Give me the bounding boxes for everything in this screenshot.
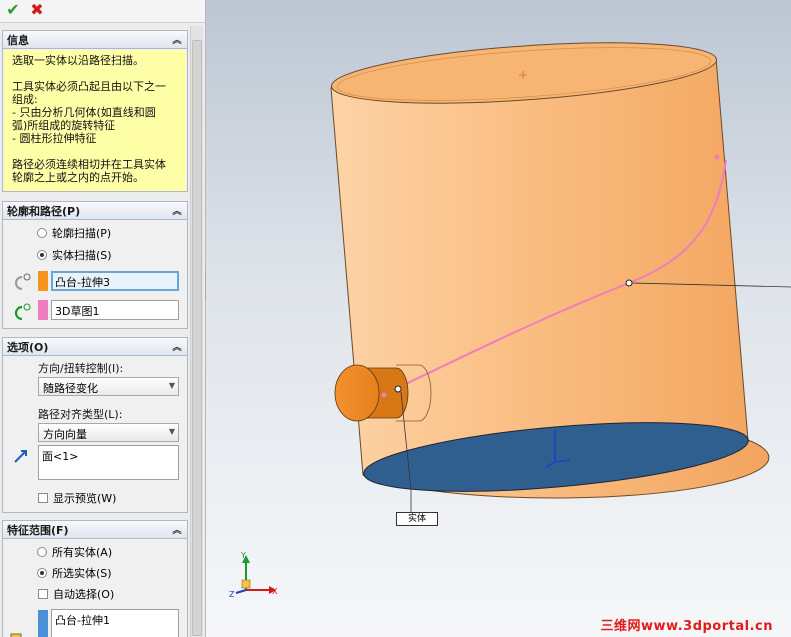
options-header[interactable]: 选项(O) ︽: [3, 338, 187, 356]
solid-sweep-radio[interactable]: 实体扫描(S): [37, 247, 112, 263]
tool-body-color-swatch: [38, 271, 48, 291]
selected-bodies-radio[interactable]: 所选实体(S): [37, 565, 112, 581]
bodies-icon: [10, 633, 22, 637]
bodies-list[interactable]: 凸台-拉伸1: [51, 609, 179, 637]
path-align-value: 方向向量: [43, 428, 87, 441]
info-group-header[interactable]: 信息 ︽: [3, 31, 187, 49]
collapse-icon[interactable]: ︽: [171, 341, 183, 353]
info-message: 选取一实体以沿路径扫描。 工具实体必须凸起且由以下之一 组成: - 只由分析几何…: [4, 50, 186, 191]
all-bodies-label: 所有实体(A): [52, 546, 113, 559]
axis-z-label: Z: [229, 590, 235, 599]
chevron-down-icon: ▼: [168, 427, 175, 436]
path-start-point[interactable]: [381, 392, 387, 398]
bodies-color-swatch: [38, 610, 48, 637]
info-group-title: 信息: [7, 33, 29, 47]
chevron-down-icon: ▼: [168, 381, 175, 390]
path-color-swatch: [38, 300, 48, 320]
path-align-label: 路径对齐类型(L):: [38, 408, 123, 421]
ok-check-icon[interactable]: ✔: [4, 0, 22, 19]
cancel-x-icon[interactable]: ✖: [28, 0, 46, 19]
path-end-point[interactable]: [714, 154, 720, 160]
radio-icon[interactable]: [37, 547, 47, 557]
collapse-icon[interactable]: ︽: [171, 524, 183, 536]
auto-select-label: 自动选择(O): [53, 588, 115, 601]
tool-vertex-marker[interactable]: [394, 385, 402, 393]
direction-vector-field[interactable]: 面<1>: [38, 445, 179, 480]
auto-select-checkbox[interactable]: 自动选择(O): [38, 586, 114, 602]
info-text-3: 路径必须连续相切并在工具实体 轮廓之上或之内的点开始。: [12, 158, 166, 184]
path-field[interactable]: 3D草图1: [51, 300, 179, 320]
checkbox-icon[interactable]: [38, 589, 48, 599]
axis-x-label: X: [272, 587, 278, 596]
options-group: 选项(O) ︽ 方向/扭转控制(I): 随路径变化 ▼ 路径对齐类型(L): 方…: [2, 337, 188, 513]
tool-body-field[interactable]: 凸台-拉伸3: [51, 271, 179, 291]
info-text-2: 工具实体必须凸起且由以下之一 组成: - 只由分析几何体(如直线和圆 弧)所组成…: [12, 80, 166, 145]
reference-triad: Y X Z: [229, 551, 278, 599]
tool-body-end-face[interactable]: [334, 364, 380, 422]
radio-icon[interactable]: [37, 228, 47, 238]
property-manager-toolbar: ✔ ✖: [0, 0, 205, 23]
collapse-icon[interactable]: ︽: [171, 34, 183, 46]
profile-sweep-label: 轮廓扫描(P): [52, 227, 112, 240]
radio-selected-icon[interactable]: [37, 250, 47, 260]
feature-scope-title: 特征范围(F): [7, 523, 69, 537]
graphics-viewport[interactable]: Y X Z 实体 三维网www.3dportal.cn: [206, 0, 791, 637]
collapse-icon[interactable]: ︽: [171, 205, 183, 217]
property-manager-scrollbar[interactable]: [190, 26, 203, 637]
path-vertex-marker[interactable]: [625, 279, 633, 287]
path-selection-icon: [14, 303, 31, 321]
twist-control-dropdown[interactable]: 随路径变化 ▼: [38, 377, 179, 396]
info-group: 信息 ︽ 选取一实体以沿路径扫描。 工具实体必须凸起且由以下之一 组成: - 只…: [2, 30, 188, 192]
body-callout-label[interactable]: 实体: [396, 512, 438, 526]
profile-path-group: 轮廓和路径(P) ︽ 轮廓扫描(P) 实体扫描(S) 凸台-拉伸3 3D草图1: [2, 201, 188, 329]
solid-sweep-label: 实体扫描(S): [52, 249, 112, 262]
model-view[interactable]: Y X Z: [206, 0, 791, 637]
selected-bodies-label: 所选实体(S): [52, 567, 112, 580]
checkbox-icon[interactable]: [38, 493, 48, 503]
path-align-dropdown[interactable]: 方向向量 ▼: [38, 423, 179, 442]
feature-scope-group: 特征范围(F) ︽ 所有实体(A) 所选实体(S) 自动选择(O) 凸台-拉伸1: [2, 520, 188, 637]
info-text-1: 选取一实体以沿路径扫描。: [12, 54, 144, 67]
twist-control-value: 随路径变化: [43, 382, 98, 395]
profile-path-header[interactable]: 轮廓和路径(P) ︽: [3, 202, 187, 220]
options-title: 选项(O): [7, 340, 49, 354]
profile-sweep-radio[interactable]: 轮廓扫描(P): [37, 225, 111, 241]
scrollbar-thumb[interactable]: [192, 40, 202, 636]
twist-control-label: 方向/扭转控制(I):: [38, 362, 124, 375]
property-manager: ✔ ✖ 信息 ︽ 选取一实体以沿路径扫描。 工具实体必须凸起且由以下之一 组成:…: [0, 0, 206, 637]
tool-body-selection-icon: [15, 273, 31, 290]
all-bodies-radio[interactable]: 所有实体(A): [37, 544, 112, 560]
direction-vector-icon: [14, 450, 27, 463]
show-preview-checkbox[interactable]: 显示预览(W): [38, 490, 116, 506]
radio-selected-icon[interactable]: [37, 568, 47, 578]
show-preview-label: 显示预览(W): [53, 492, 117, 505]
feature-scope-header[interactable]: 特征范围(F) ︽: [3, 521, 187, 539]
watermark-text: 三维网www.3dportal.cn: [600, 619, 773, 634]
profile-path-title: 轮廓和路径(P): [7, 204, 81, 218]
axis-y-label: Y: [240, 551, 246, 560]
